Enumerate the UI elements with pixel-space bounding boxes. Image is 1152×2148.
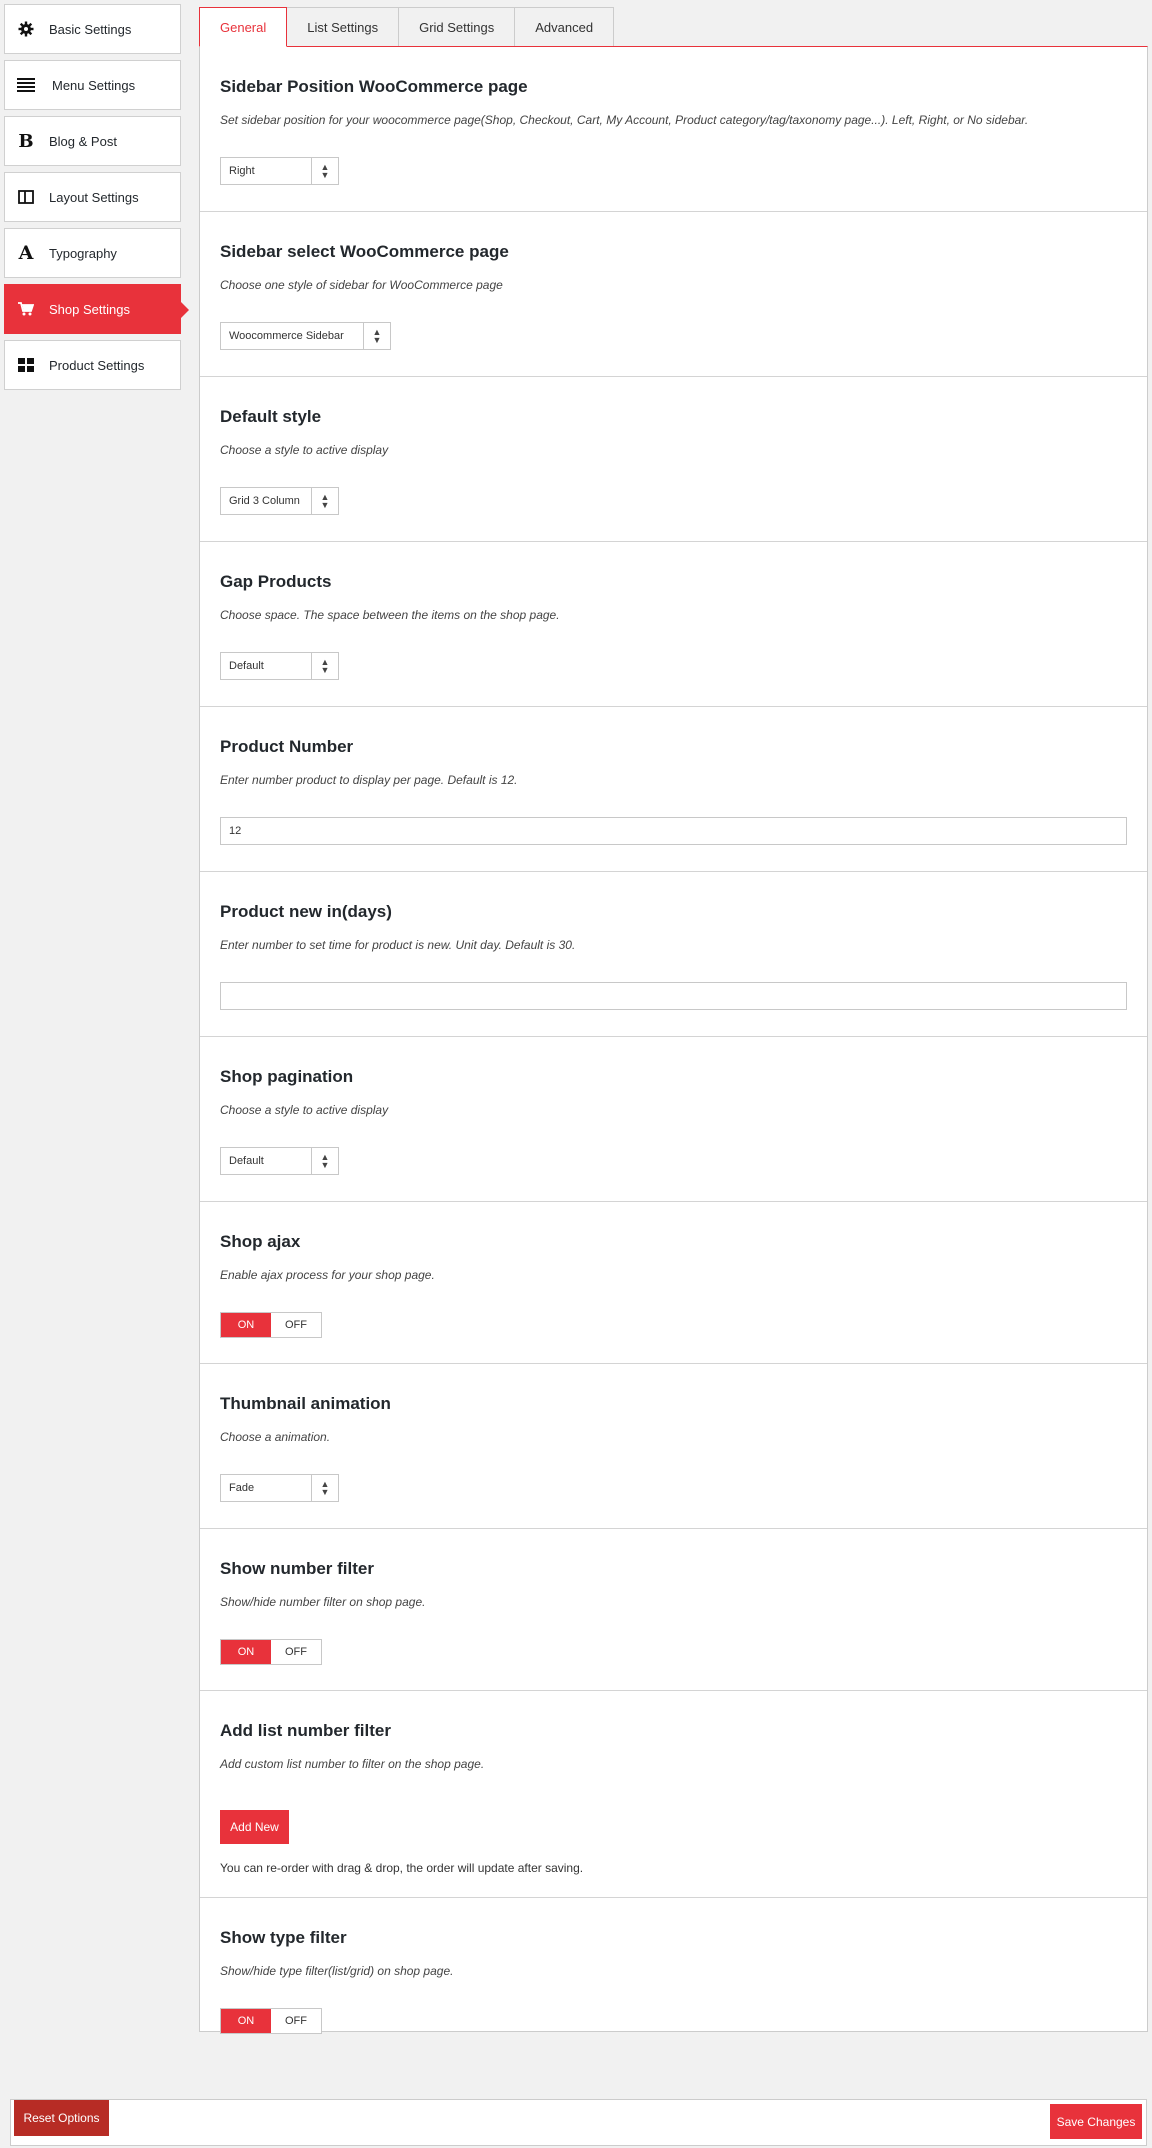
select-value: Default [229,1155,264,1167]
select-value: Right [229,165,255,177]
select-arrows-icon: ▲ ▼ [311,158,338,184]
sidebar-item-basic-settings[interactable]: Basic Settings [4,4,181,54]
select-arrows-icon: ▲ ▼ [363,323,390,349]
bold-b-icon: B [18,130,34,152]
sidebar-position-select[interactable]: Right ▲ ▼ [220,157,339,185]
reorder-note: You can re-order with drag & drop, the o… [220,1861,584,1875]
sidebar-item-label: Menu Settings [52,77,136,93]
select-value: Fade [229,1482,255,1494]
show-number-filter-toggle: ON OFF [220,1639,322,1665]
section-title: Product Number [220,737,354,756]
tab-list-settings[interactable]: List Settings [287,7,400,46]
section-title: Shop ajax [220,1232,301,1251]
sidebar-item-label: Blog & Post [49,133,117,149]
thumbnail-animation-select[interactable]: Fade ▲ ▼ [220,1474,339,1502]
section-description: Add custom list number to filter on the … [220,1757,485,1771]
select-value: Grid 3 Column [229,495,300,507]
cart-icon [9,302,43,316]
section-title: Default style [220,407,322,426]
settings-panel: Sidebar Position WooCommerce page Set si… [199,46,1148,2034]
section-title: Sidebar select WooCommerce page [220,242,509,261]
section-title: Show type filter [220,1928,347,1947]
shop-ajax-section: Shop ajax Enable ajax process for your s… [200,1202,1147,1364]
bars-icon [9,78,43,92]
section-title: Sidebar Position WooCommerce page [220,77,528,96]
select-arrows-icon: ▲ ▼ [311,488,338,514]
options-footer: Reset Options Save Changes [10,2099,1147,2146]
sidebar-item-label: Product Settings [49,357,145,373]
sidebar-item-product-settings[interactable]: Product Settings [4,340,181,390]
default-style-section: Default style Choose a style to active d… [200,377,1147,542]
toggle-on-button[interactable]: ON [221,1640,271,1664]
section-title: Add list number filter [220,1721,391,1740]
toggle-off-button[interactable]: OFF [271,1640,321,1664]
shop-ajax-toggle: ON OFF [220,1312,322,1338]
section-description: Choose a animation. [220,1430,331,1444]
settings-sidebar: Basic Settings Menu Settings B Blog & Po… [4,4,189,396]
sidebar-item-menu-settings[interactable]: Menu Settings [4,60,181,110]
section-description: Choose a style to active display [220,443,389,457]
section-description: Set sidebar position for your woocommerc… [220,113,1029,127]
sidebar-item-label: Layout Settings [49,189,139,205]
sidebar-item-label: Basic Settings [49,21,132,37]
section-description: Show/hide type filter(list/grid) on shop… [220,1964,454,1978]
section-title: Product new in(days) [220,902,392,921]
section-description: Enter number to set time for product is … [220,938,576,952]
product-number-section: Product Number Enter number product to d… [200,707,1147,872]
section-description: Choose a style to active display [220,1103,389,1117]
gap-products-select[interactable]: Default ▲ ▼ [220,652,339,680]
tab-general[interactable]: General [199,7,288,47]
grid-icon [9,358,43,372]
show-type-filter-section: Show type filter Show/hide type filter(l… [200,1898,1147,2060]
show-type-filter-toggle: ON OFF [220,2008,322,2034]
product-number-input[interactable] [220,817,1127,845]
gap-products-section: Gap Products Choose space. The space bet… [200,542,1147,707]
section-description: Choose space. The space between the item… [220,608,560,622]
save-changes-button[interactable]: Save Changes [1050,2104,1142,2139]
toggle-on-button[interactable]: ON [221,1313,271,1337]
section-description: Enter number product to display per page… [220,773,518,787]
add-list-number-filter-section: Add list number filter Add custom list n… [200,1691,1147,1898]
default-style-select[interactable]: Grid 3 Column ▲ ▼ [220,487,339,515]
select-arrows-icon: ▲ ▼ [311,1148,338,1174]
sidebar-item-layout-settings[interactable]: Layout Settings [4,172,181,222]
toggle-on-button[interactable]: ON [221,2009,271,2033]
toggle-off-button[interactable]: OFF [271,1313,321,1337]
shop-pagination-section: Shop pagination Choose a style to active… [200,1037,1147,1202]
section-description: Show/hide number filter on shop page. [220,1595,426,1609]
select-value: Woocommerce Sidebar [229,330,344,342]
sidebar-item-shop-settings[interactable]: Shop Settings [4,284,189,334]
section-description: Choose one style of sidebar for WooComme… [220,278,503,292]
settings-tabs: General List Settings Grid Settings Adva… [199,7,615,47]
section-title: Shop pagination [220,1067,354,1086]
section-description: Enable ajax process for your shop page. [220,1268,435,1282]
select-arrows-icon: ▲ ▼ [311,653,338,679]
sidebar-select-section: Sidebar select WooCommerce page Choose o… [200,212,1147,377]
tab-grid-settings[interactable]: Grid Settings [399,7,516,46]
product-new-days-input[interactable] [220,982,1127,1010]
gear-icon [9,21,43,37]
reset-options-button[interactable]: Reset Options [14,2100,109,2136]
columns-icon [9,190,43,204]
sidebar-select-dropdown[interactable]: Woocommerce Sidebar ▲ ▼ [220,322,391,350]
select-arrows-icon: ▲ ▼ [311,1475,338,1501]
section-title: Gap Products [220,572,332,591]
section-title: Show number filter [220,1559,374,1578]
sidebar-item-label: Shop Settings [49,301,130,317]
show-number-filter-section: Show number filter Show/hide number filt… [200,1529,1147,1691]
shop-pagination-select[interactable]: Default ▲ ▼ [220,1147,339,1175]
tab-advanced[interactable]: Advanced [515,7,615,46]
select-value: Default [229,660,264,672]
sidebar-item-typography[interactable]: A Typography [4,228,181,278]
sidebar-item-label: Typography [49,245,117,261]
sidebar-item-blog-post[interactable]: B Blog & Post [4,116,181,166]
sidebar-position-section: Sidebar Position WooCommerce page Set si… [200,47,1147,212]
toggle-off-button[interactable]: OFF [271,2009,321,2033]
font-a-icon: A [18,242,34,264]
product-new-section: Product new in(days) Enter number to set… [200,872,1147,1037]
thumbnail-animation-section: Thumbnail animation Choose a animation. … [200,1364,1147,1529]
section-title: Thumbnail animation [220,1394,391,1413]
add-new-button[interactable]: Add New [220,1810,289,1844]
